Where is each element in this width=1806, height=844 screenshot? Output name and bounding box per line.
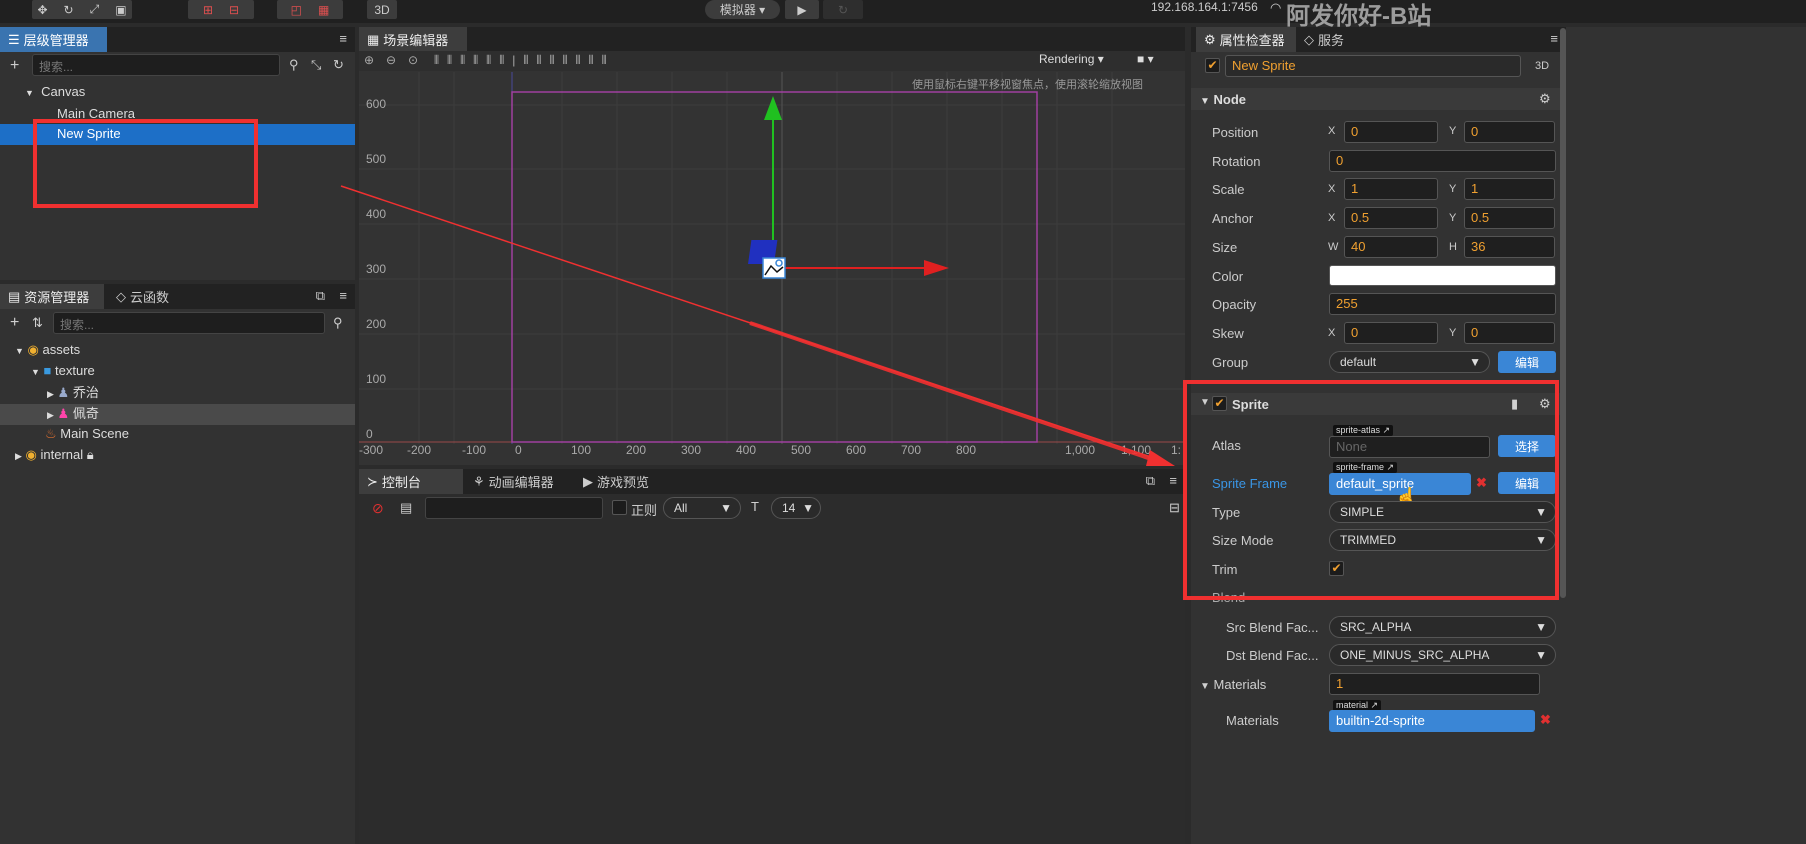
- annotation-arrow: [340, 185, 1175, 466]
- arrow-shaft: [749, 321, 1161, 464]
